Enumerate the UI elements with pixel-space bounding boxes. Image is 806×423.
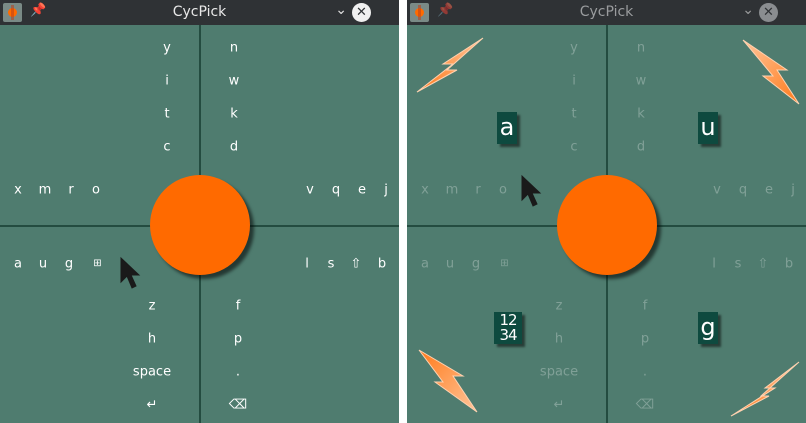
key[interactable]: v [713,184,721,197]
key[interactable]: y [163,42,171,55]
lightning-arrow-up-left-icon [416,37,484,93]
cycpick-window-right: 📌 CycPick ⌄ ✕ y i t c n w k d x m r o v … [407,0,806,423]
chevron-down-icon[interactable]: ⌄ [335,2,347,18]
direction-preview-down-right: g [698,312,718,344]
key[interactable]: p [234,333,242,346]
key[interactable]: k [230,108,238,121]
center-circle[interactable] [150,175,250,275]
key[interactable]: l [305,258,309,271]
key[interactable]: l [712,258,716,271]
key[interactable]: d [230,141,238,154]
key[interactable]: m [446,184,459,197]
key[interactable]: o [499,184,507,197]
close-icon[interactable]: ✕ [759,3,778,22]
enter-key[interactable]: ↵ [147,399,158,412]
key[interactable]: t [571,108,576,121]
key[interactable]: h [148,333,156,346]
lightning-arrow-down-left-icon [418,349,478,413]
key[interactable]: n [637,42,645,55]
key[interactable]: s [328,258,335,271]
key[interactable]: z [149,300,156,313]
key[interactable]: f [643,300,648,313]
shift-key[interactable]: ⇧ [351,258,362,271]
key[interactable]: g [472,258,480,271]
key[interactable]: b [785,258,793,271]
key[interactable]: x [421,184,429,197]
key[interactable]: i [572,75,576,88]
key[interactable]: w [229,75,240,88]
key[interactable]: e [765,184,773,197]
key[interactable]: y [570,42,578,55]
key[interactable]: q [332,184,340,197]
key[interactable]: c [163,141,170,154]
key[interactable]: w [636,75,647,88]
key[interactable]: t [164,108,169,121]
key[interactable]: m [39,184,52,197]
direction-preview-up-left: a [497,112,517,144]
numeric-grid-key[interactable]: ⊞ [500,259,508,269]
title-bar: 📌 CycPick ⌄ ✕ [407,0,806,25]
key[interactable]: v [306,184,314,197]
key[interactable]: e [358,184,366,197]
key[interactable]: j [791,184,795,197]
key[interactable]: f [236,300,241,313]
center-circle[interactable] [557,175,657,275]
key[interactable]: s [735,258,742,271]
enter-key[interactable]: ↵ [554,399,565,412]
grid-glyph-row: 34 [499,326,517,344]
mouse-cursor-icon [521,174,542,207]
key[interactable]: a [421,258,429,271]
key[interactable]: u [446,258,454,271]
key[interactable]: b [378,258,386,271]
direction-preview-down-left: 12 34 [494,312,522,344]
key[interactable]: c [570,141,577,154]
key[interactable]: h [555,333,563,346]
key[interactable]: z [556,300,563,313]
title-bar: 📌 CycPick ⌄ ✕ [0,0,399,25]
backspace-key[interactable]: ⌫ [229,399,247,412]
key[interactable]: a [14,258,22,271]
key[interactable]: d [637,141,645,154]
cycpick-window-left: 📌 CycPick ⌄ ✕ y i t c n w k d x m r o v … [0,0,399,423]
key[interactable]: n [230,42,238,55]
space-key[interactable]: space [540,366,578,379]
key[interactable]: r [68,184,73,197]
mouse-cursor-icon [120,256,141,289]
key[interactable]: x [14,184,22,197]
lightning-arrow-down-right-icon [742,39,800,105]
key[interactable]: g [65,258,73,271]
chevron-down-icon[interactable]: ⌄ [742,2,754,18]
lightning-arrow-down-left-icon [730,361,800,417]
backspace-key[interactable]: ⌫ [636,399,654,412]
key[interactable]: p [641,333,649,346]
key[interactable]: . [643,366,647,379]
key[interactable]: q [739,184,747,197]
key[interactable]: o [92,184,100,197]
key[interactable]: r [475,184,480,197]
space-key[interactable]: space [133,366,171,379]
key[interactable]: u [39,258,47,271]
key[interactable]: j [384,184,388,197]
direction-preview-up-right: u [698,112,718,144]
key[interactable]: . [236,366,240,379]
key[interactable]: k [637,108,645,121]
shift-key[interactable]: ⇧ [758,258,769,271]
close-icon[interactable]: ✕ [352,3,371,22]
key[interactable]: i [165,75,169,88]
numeric-grid-key[interactable]: ⊞ [93,259,101,269]
